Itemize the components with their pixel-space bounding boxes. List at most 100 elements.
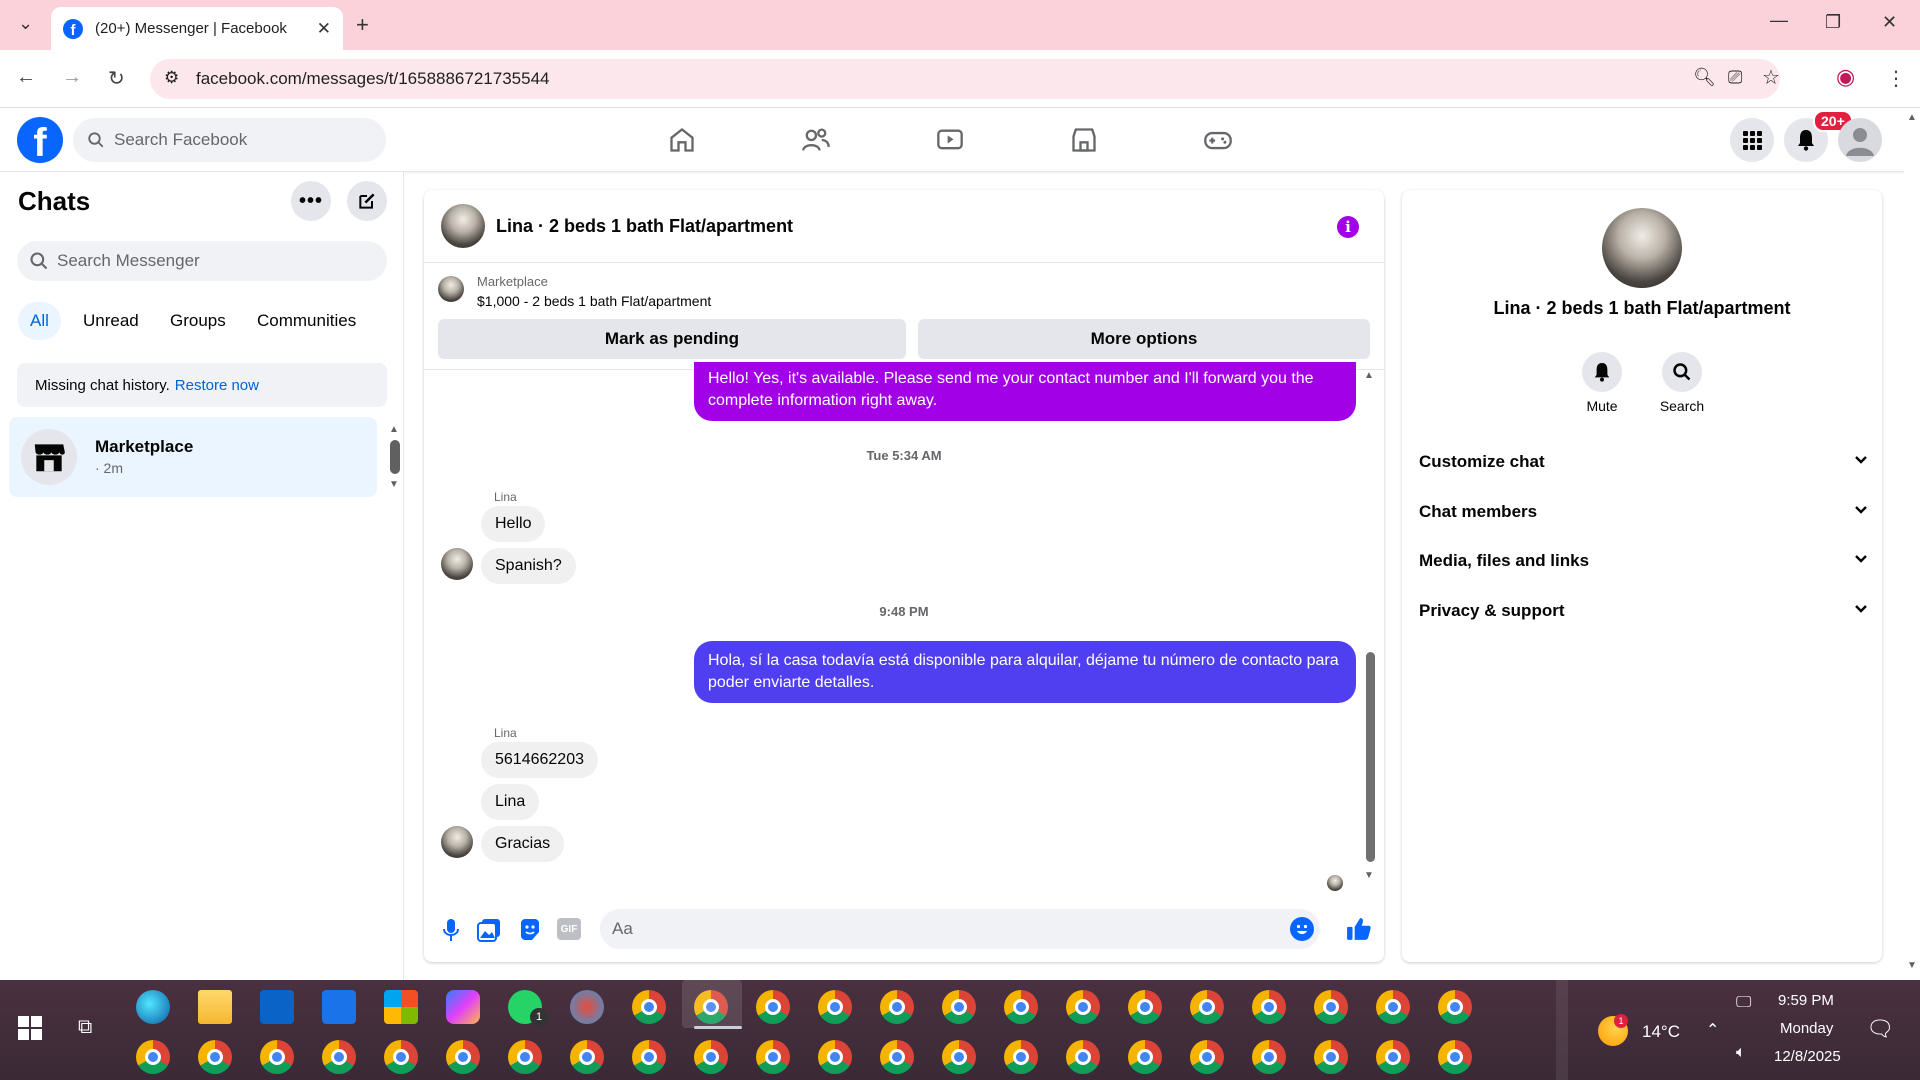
- chrome-icon[interactable]: [1128, 1040, 1162, 1074]
- volume-icon[interactable]: 🔈︎: [1736, 1044, 1746, 1062]
- chrome-icon[interactable]: [1128, 990, 1162, 1024]
- chrome-icon[interactable]: [1004, 1040, 1038, 1074]
- chrome-icon[interactable]: [446, 1040, 480, 1074]
- chrome-icon[interactable]: [1252, 990, 1286, 1024]
- mark-as-pending-button[interactable]: Mark as pending: [438, 319, 906, 359]
- chrome-icon[interactable]: [880, 990, 914, 1024]
- chat-members-section[interactable]: Chat members: [1419, 490, 1869, 534]
- facebook-search-input[interactable]: Search Facebook: [73, 118, 386, 162]
- chrome-icon[interactable]: [1376, 1040, 1410, 1074]
- filter-unread[interactable]: Unread: [71, 302, 151, 340]
- account-avatar[interactable]: [1838, 118, 1882, 162]
- zoom-icon[interactable]: 🔍︎: [1693, 67, 1716, 88]
- customize-chat-section[interactable]: Customize chat: [1419, 440, 1869, 484]
- contact-large-avatar[interactable]: [1602, 208, 1682, 288]
- chrome-icon[interactable]: [1314, 1040, 1348, 1074]
- chrome-icon[interactable]: [508, 1040, 542, 1074]
- site-info-icon[interactable]: ⚙: [164, 68, 179, 88]
- reload-icon[interactable]: ↻: [108, 66, 125, 91]
- message-incoming[interactable]: Lina: [481, 784, 540, 820]
- chrome-icon[interactable]: [322, 1040, 356, 1074]
- chrome-icon[interactable]: [694, 1040, 728, 1074]
- microphone-icon[interactable]: [441, 918, 461, 947]
- message-input[interactable]: Aa: [600, 909, 1320, 949]
- search-conversation-button[interactable]: Search: [1642, 352, 1722, 414]
- restore-now-link[interactable]: Restore now: [175, 377, 259, 394]
- chrome-icon[interactable]: [570, 1040, 604, 1074]
- network-icon[interactable]: 🖵︎: [1736, 994, 1751, 1012]
- menu-grid-icon[interactable]: [1730, 118, 1774, 162]
- chrome-icon[interactable]: [632, 990, 666, 1024]
- chrome-icon[interactable]: [1376, 990, 1410, 1024]
- chrome-icon[interactable]: [818, 990, 852, 1024]
- message-scroll-up-icon[interactable]: ▲: [1364, 370, 1374, 381]
- message-outgoing[interactable]: Hola, sí la casa todavía está disponible…: [694, 641, 1356, 703]
- paint-app-icon[interactable]: [570, 990, 604, 1024]
- facebook-logo-icon[interactable]: f: [17, 117, 63, 163]
- listing-thumbnail[interactable]: [438, 276, 464, 302]
- bookmark-star-icon[interactable]: ☆: [1762, 65, 1780, 90]
- message-scrollbar-thumb[interactable]: [1366, 652, 1375, 862]
- chrome-icon[interactable]: [1190, 990, 1224, 1024]
- list-scroll-down-icon[interactable]: ▼: [389, 479, 399, 490]
- windows-start-icon[interactable]: [18, 1016, 42, 1045]
- chrome-icon[interactable]: [198, 1040, 232, 1074]
- chrome-icon[interactable]: [1438, 1040, 1472, 1074]
- minimize-icon[interactable]: —: [1770, 10, 1788, 31]
- chat-options-icon[interactable]: •••: [291, 181, 331, 221]
- chrome-icon[interactable]: [1004, 990, 1038, 1024]
- copilot-icon[interactable]: [446, 990, 480, 1024]
- chrome-icon[interactable]: [1066, 1040, 1100, 1074]
- gif-icon[interactable]: GIF: [557, 918, 581, 940]
- weather-temp[interactable]: 14°C: [1642, 1022, 1680, 1042]
- filter-all[interactable]: All: [18, 302, 61, 340]
- browser-tab[interactable]: f (20+) Messenger | Facebook ✕: [51, 7, 343, 50]
- task-view-icon[interactable]: ⧉: [78, 1016, 92, 1039]
- chrome-icon[interactable]: [880, 1040, 914, 1074]
- list-scrollbar-thumb[interactable]: [390, 440, 400, 474]
- message-scroll-down-icon[interactable]: ▼: [1364, 870, 1374, 881]
- chrome-icon[interactable]: [1438, 990, 1472, 1024]
- mute-button[interactable]: Mute: [1562, 352, 1642, 414]
- back-icon[interactable]: ←: [16, 66, 36, 89]
- page-scroll-up-icon[interactable]: ▲: [1907, 112, 1917, 123]
- chrome-icon[interactable]: [818, 1040, 852, 1074]
- edge-icon[interactable]: [136, 990, 170, 1024]
- conversation-title[interactable]: Lina · 2 beds 1 bath Flat/apartment: [496, 216, 793, 237]
- address-bar[interactable]: ⚙ facebook.com/messages/t/16588867217355…: [150, 59, 1780, 99]
- emoji-icon[interactable]: [1290, 917, 1314, 941]
- media-files-links-section[interactable]: Media, files and links: [1419, 539, 1869, 583]
- gaming-icon[interactable]: [1196, 118, 1240, 162]
- message-incoming[interactable]: Gracias: [481, 826, 565, 862]
- new-message-icon[interactable]: [347, 181, 387, 221]
- tab-search-icon[interactable]: ⌄: [18, 13, 33, 34]
- file-explorer-icon[interactable]: [198, 990, 232, 1024]
- calendar-icon[interactable]: [322, 990, 356, 1024]
- home-icon[interactable]: [660, 118, 704, 162]
- contact-small-avatar[interactable]: [441, 548, 473, 580]
- contact-small-avatar[interactable]: [441, 826, 473, 858]
- outlook-icon[interactable]: [260, 990, 294, 1024]
- restore-window-icon[interactable]: ❐: [1825, 12, 1841, 33]
- photo-icon[interactable]: [477, 918, 501, 947]
- list-scroll-up-icon[interactable]: ▲: [389, 424, 399, 435]
- profile-icon[interactable]: ◉: [1836, 64, 1855, 90]
- clock-date[interactable]: 12/8/2025: [1774, 1048, 1841, 1065]
- tab-close-icon[interactable]: ✕: [317, 19, 331, 39]
- chrome-icon[interactable]: [756, 1040, 790, 1074]
- notification-center-icon[interactable]: 🗨︎: [1866, 1016, 1894, 1042]
- close-window-icon[interactable]: ✕: [1882, 12, 1897, 33]
- chrome-icon[interactable]: [942, 990, 976, 1024]
- message-incoming[interactable]: Hello: [481, 506, 546, 542]
- chrome-icon[interactable]: [1314, 990, 1348, 1024]
- chrome-icon[interactable]: [384, 1040, 418, 1074]
- page-scroll-down-icon[interactable]: ▼: [1907, 960, 1917, 971]
- microsoft-store-icon[interactable]: [384, 990, 418, 1024]
- clock-day[interactable]: Monday: [1780, 1020, 1833, 1037]
- chat-item-marketplace[interactable]: Marketplace · 2m: [9, 417, 377, 497]
- listing-price-title[interactable]: $1,000 - 2 beds 1 bath Flat/apartment: [477, 293, 711, 309]
- chrome-icon[interactable]: [632, 1040, 666, 1074]
- more-options-button[interactable]: More options: [918, 319, 1370, 359]
- info-icon[interactable]: i: [1337, 216, 1359, 238]
- install-app-icon[interactable]: ⎚: [1728, 67, 1742, 88]
